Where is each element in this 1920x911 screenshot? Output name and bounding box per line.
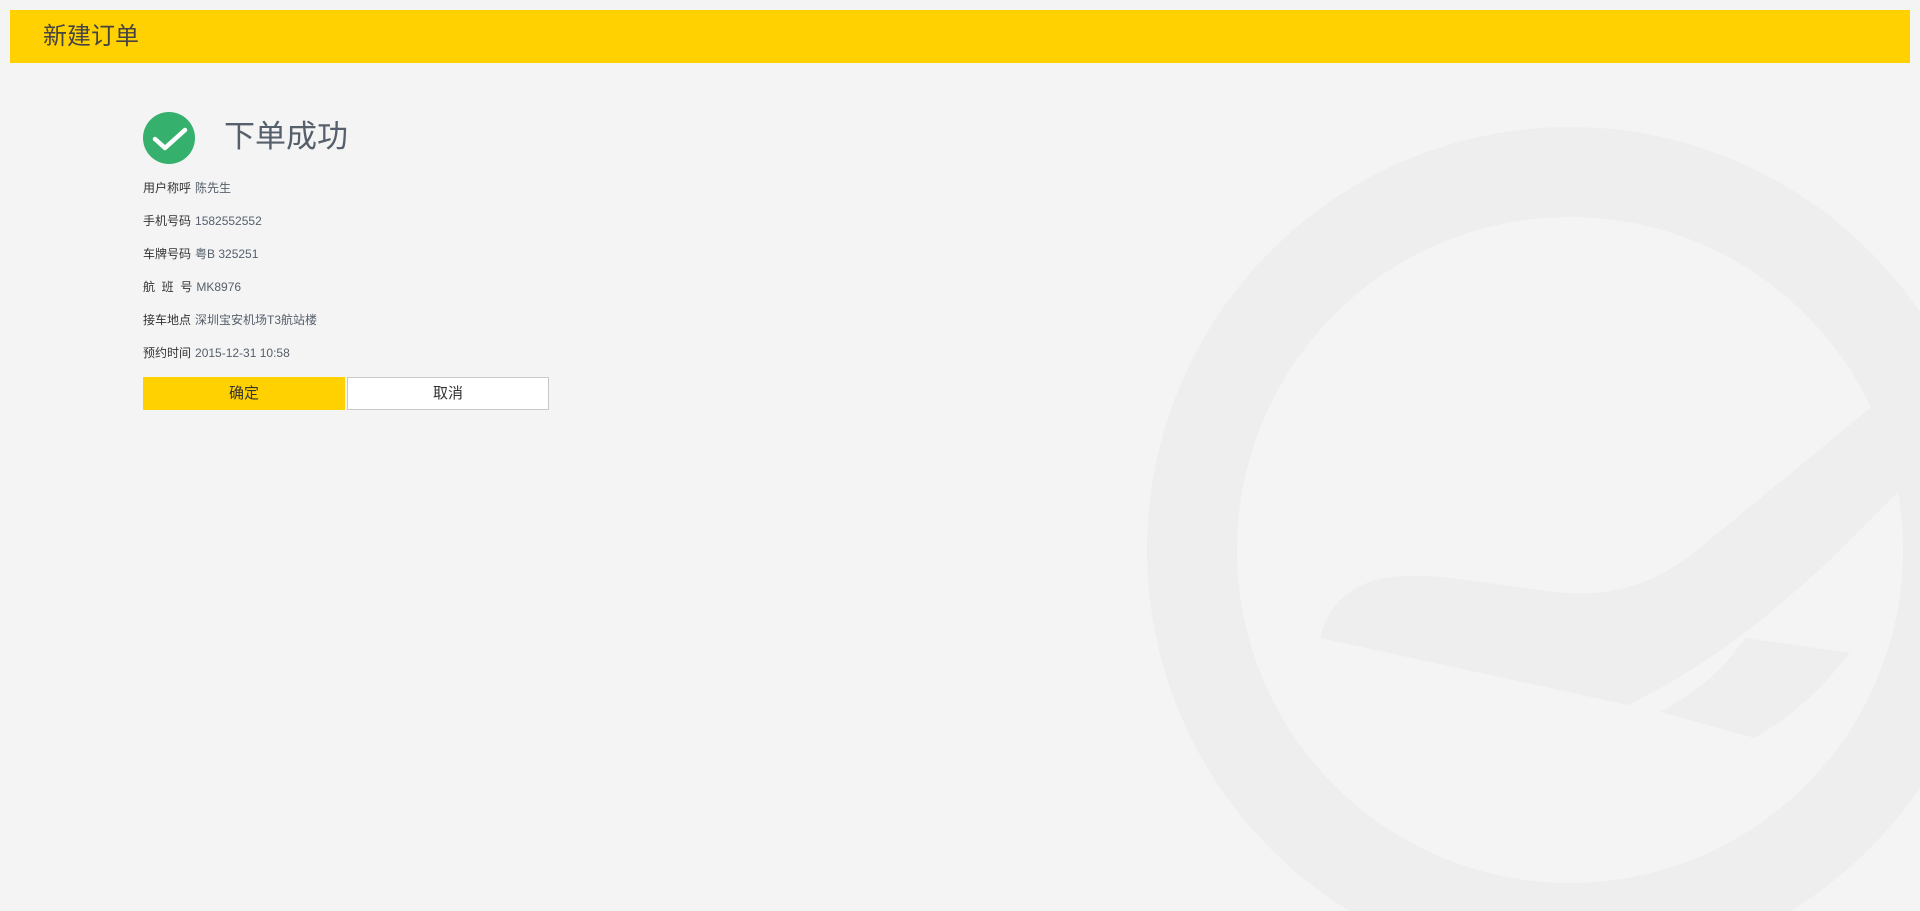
info-label: 手机号码: [143, 214, 192, 228]
info-label: 预约时间: [143, 346, 192, 360]
info-row-location: 接车地点 深圳宝安机场T3航站楼: [143, 312, 317, 345]
info-row-plate: 车牌号码 粤B 325251: [143, 246, 317, 279]
info-label: 接车地点: [143, 313, 192, 327]
info-value: 粤B 325251: [195, 247, 259, 261]
info-value: 陈先生: [195, 181, 232, 195]
app-window: 新建订单 下单成功 用户称呼 陈先生 手机号码 1582552552 车牌号码 粤B …: [0, 0, 1920, 911]
page-title: 新建订单: [43, 23, 139, 50]
info-row-phone: 手机号码 1582552552: [143, 213, 317, 246]
action-buttons: 确定 取消: [143, 377, 549, 410]
confirm-button[interactable]: 确定: [143, 377, 345, 410]
info-row-flight: 航 班 号 MK8976: [143, 279, 317, 312]
success-title: 下单成功: [224, 119, 348, 154]
info-value: 1582552552: [195, 214, 262, 228]
info-label: 航 班 号: [143, 280, 193, 294]
info-value: MK8976: [196, 280, 242, 294]
info-label: 车牌号码: [143, 247, 192, 261]
order-info-list: 用户称呼 陈先生 手机号码 1582552552 车牌号码 粤B 325251 航 班…: [143, 180, 317, 378]
check-circle-icon: [143, 112, 195, 164]
info-row-name: 用户称呼 陈先生: [143, 180, 317, 213]
info-row-time: 预约时间 2015-12-31 10:58: [143, 345, 317, 378]
info-value: 深圳宝安机场T3航站楼: [195, 313, 318, 327]
info-value: 2015-12-31 10:58: [195, 346, 290, 360]
cancel-button[interactable]: 取消: [347, 377, 549, 410]
info-label: 用户称呼: [143, 181, 192, 195]
header-bar: 新建订单: [10, 10, 1910, 63]
